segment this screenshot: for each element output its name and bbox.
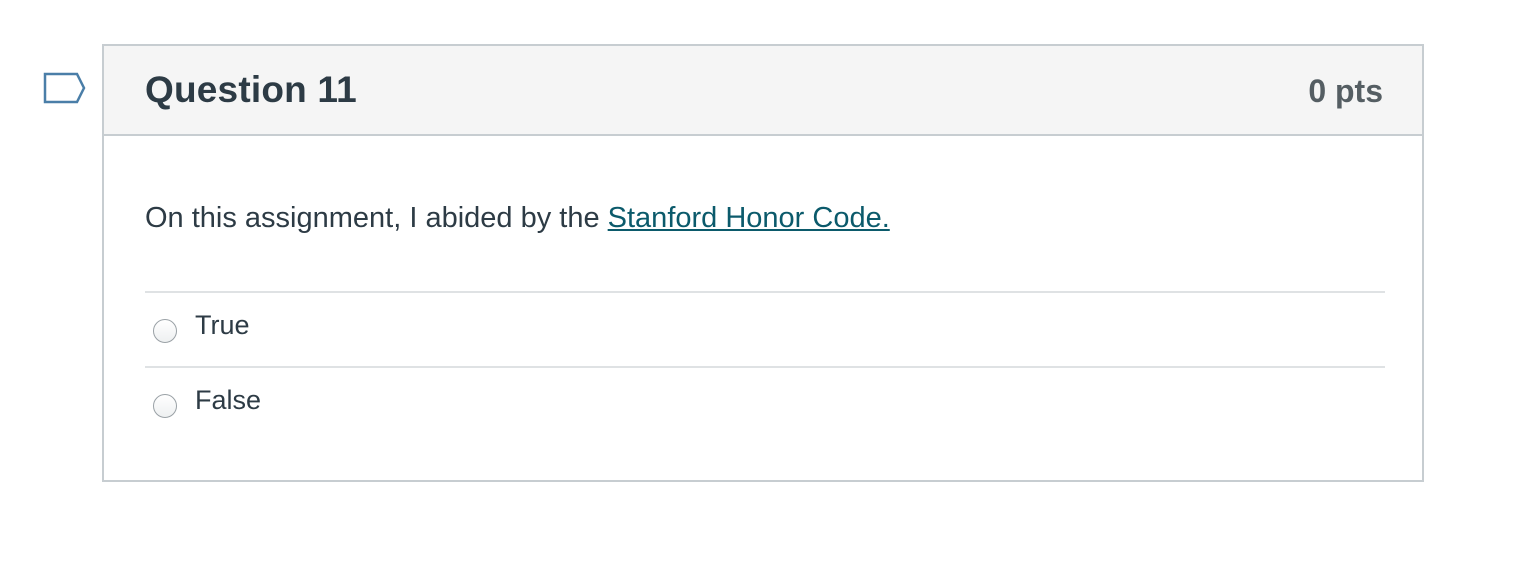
question-title: Question 11 (145, 69, 357, 110)
question-text-prefix: On this assignment, I abided by the (145, 202, 608, 234)
question-header: Question 11 0 pts (104, 46, 1422, 136)
question-card: Question 11 0 pts On this assignment, I … (102, 44, 1424, 482)
flag-question-icon[interactable] (43, 72, 87, 104)
answer-option-true[interactable]: True (145, 291, 1385, 366)
radio-false[interactable] (153, 394, 177, 418)
answer-option-false[interactable]: False (145, 366, 1385, 441)
answer-label-false: False (195, 385, 262, 415)
honor-code-link[interactable]: Stanford Honor Code. (608, 202, 890, 234)
answer-list: True False (145, 291, 1385, 441)
radio-true[interactable] (153, 319, 177, 343)
answer-label-true: True (195, 310, 250, 340)
question-text: On this assignment, I abided by the Stan… (145, 202, 890, 235)
question-points: 0 pts (1308, 73, 1383, 109)
